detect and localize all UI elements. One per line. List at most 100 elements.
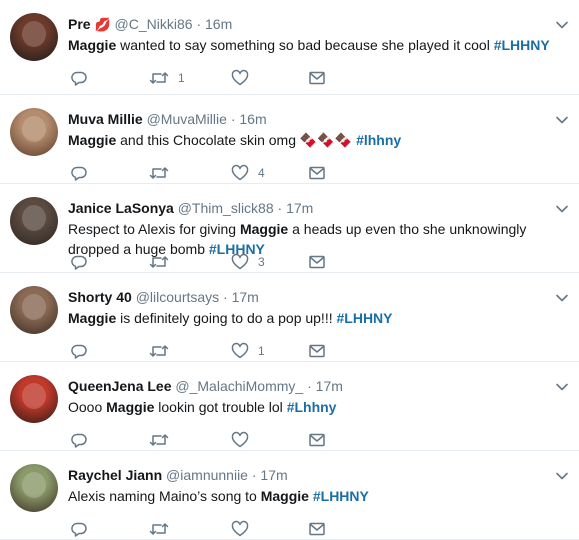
retweet-button[interactable]: [149, 342, 186, 360]
tweet-text: Oooo Maggie lookin got trouble lol #Lhhn…: [68, 397, 553, 417]
separator-dot: ·: [223, 289, 232, 305]
chevron-down-icon[interactable]: [555, 113, 569, 132]
avatar[interactable]: [10, 464, 58, 512]
tweet[interactable]: Raychel Jiann @iamnunniie · 17m Alexis n…: [0, 451, 579, 540]
tweet-text-segment: Respect to Alexis for giving: [68, 221, 240, 237]
user-handle[interactable]: @_MalachiMommy_: [175, 378, 303, 394]
tweet-text-segment: lookin got trouble lol: [154, 399, 287, 415]
timestamp[interactable]: 16m: [205, 16, 232, 32]
reply-icon: [70, 253, 88, 271]
highlighted-keyword: Maggie: [260, 488, 309, 504]
timestamp[interactable]: 17m: [232, 289, 259, 305]
retweet-button[interactable]: [149, 164, 186, 182]
tweet-header: Pre 💋 @C_Nikki86 · 16m: [68, 15, 232, 34]
name-emoji: 💋: [94, 17, 111, 32]
highlighted-keyword: Maggie: [68, 310, 117, 326]
tweet-text-segment: a heads up even tho she unknowingly: [288, 221, 527, 237]
user-handle[interactable]: @iamnunniie: [166, 467, 248, 483]
tweet-feed: Pre 💋 @C_Nikki86 · 16m Maggie wanted to …: [0, 0, 579, 540]
chevron-down-icon[interactable]: [555, 380, 569, 399]
chevron-down-icon[interactable]: [555, 18, 569, 37]
tweet-text: Maggie and this Chocolate skin omg 🍫🍫🍫 #…: [68, 130, 553, 150]
retweet-icon: [149, 164, 169, 182]
timestamp[interactable]: 17m: [316, 378, 343, 394]
hashtag-link[interactable]: #LHHNY: [313, 488, 369, 504]
tweet-text-segment: is definitely going to do a pop up!!!: [116, 310, 337, 326]
envelope-icon: [308, 431, 326, 449]
tweet-text-segment: 🍫🍫🍫: [299, 132, 353, 148]
separator-dot: ·: [277, 200, 287, 216]
hashtag-link[interactable]: #LHHNY: [494, 37, 550, 53]
tweet-actions: [68, 520, 368, 540]
hashtag-link[interactable]: #lhhny: [352, 132, 401, 148]
reply-button[interactable]: [70, 69, 88, 87]
retweet-icon: [149, 520, 169, 538]
reply-icon: [70, 342, 88, 360]
direct-message-button[interactable]: [308, 431, 326, 449]
reply-button[interactable]: [70, 431, 88, 449]
hashtag-link[interactable]: #Lhhny: [287, 399, 337, 415]
avatar[interactable]: [10, 108, 58, 156]
tweet-actions: 4: [68, 164, 368, 184]
retweet-icon: [149, 431, 169, 449]
timestamp[interactable]: 17m: [286, 200, 313, 216]
like-count: 1: [258, 344, 265, 358]
user-handle[interactable]: @C_Nikki86: [115, 16, 193, 32]
chevron-down-icon[interactable]: [555, 291, 569, 310]
direct-message-button[interactable]: [308, 164, 326, 182]
reply-button[interactable]: [70, 253, 88, 271]
tweet-header: QueenJena Lee @_MalachiMommy_ · 17m: [68, 377, 343, 395]
display-name[interactable]: Janice LaSonya: [68, 200, 174, 216]
avatar[interactable]: [10, 286, 58, 334]
envelope-icon: [308, 69, 326, 87]
heart-icon: [231, 164, 249, 182]
direct-message-button[interactable]: [308, 342, 326, 360]
timestamp[interactable]: 16m: [239, 111, 266, 127]
display-name[interactable]: Raychel Jiann: [68, 467, 162, 483]
user-handle[interactable]: @lilcourtsays: [136, 289, 219, 305]
avatar[interactable]: [10, 375, 58, 423]
reply-icon: [70, 69, 88, 87]
hashtag-link[interactable]: #LHHNY: [337, 310, 393, 326]
reply-button[interactable]: [70, 164, 88, 182]
direct-message-button[interactable]: [308, 253, 326, 271]
tweet-header: Raychel Jiann @iamnunniie · 17m: [68, 466, 288, 484]
envelope-icon: [308, 520, 326, 538]
like-button[interactable]: [231, 520, 266, 538]
direct-message-button[interactable]: [308, 520, 326, 538]
user-handle[interactable]: @MuvaMillie: [147, 111, 227, 127]
tweet[interactable]: QueenJena Lee @_MalachiMommy_ · 17m Oooo…: [0, 362, 579, 451]
tweet-text: Maggie is definitely going to do a pop u…: [68, 308, 553, 328]
like-button[interactable]: [231, 69, 266, 87]
envelope-icon: [308, 342, 326, 360]
like-button[interactable]: 1: [231, 342, 266, 360]
tweet[interactable]: Janice LaSonya @Thim_slick88 · 17m Respe…: [0, 184, 579, 273]
retweet-button[interactable]: [149, 520, 186, 538]
retweet-icon: [149, 342, 169, 360]
heart-icon: [231, 431, 249, 449]
user-handle[interactable]: @Thim_slick88: [178, 200, 274, 216]
reply-button[interactable]: [70, 520, 88, 538]
like-button[interactable]: 4: [231, 164, 266, 182]
chevron-down-icon[interactable]: [555, 202, 569, 221]
tweet[interactable]: Pre 💋 @C_Nikki86 · 16m Maggie wanted to …: [0, 0, 579, 95]
like-button[interactable]: 3: [231, 253, 266, 271]
avatar[interactable]: [10, 13, 58, 61]
chevron-down-icon[interactable]: [555, 469, 569, 488]
display-name[interactable]: Pre: [68, 16, 91, 32]
display-name[interactable]: Muva Millie: [68, 111, 143, 127]
display-name[interactable]: QueenJena Lee: [68, 378, 172, 394]
tweet[interactable]: Shorty 40 @lilcourtsays · 17m Maggie is …: [0, 273, 579, 362]
display-name[interactable]: Shorty 40: [68, 289, 132, 305]
tweet[interactable]: Muva Millie @MuvaMillie · 16m Maggie and…: [0, 95, 579, 184]
avatar[interactable]: [10, 197, 58, 245]
timestamp[interactable]: 17m: [260, 467, 287, 483]
like-button[interactable]: [231, 431, 266, 449]
retweet-button[interactable]: [149, 253, 186, 271]
retweet-button[interactable]: [149, 431, 186, 449]
tweet-actions: 1: [68, 69, 368, 89]
retweet-button[interactable]: 1: [149, 69, 186, 87]
reply-button[interactable]: [70, 342, 88, 360]
like-count: 3: [258, 255, 265, 269]
direct-message-button[interactable]: [308, 69, 326, 87]
